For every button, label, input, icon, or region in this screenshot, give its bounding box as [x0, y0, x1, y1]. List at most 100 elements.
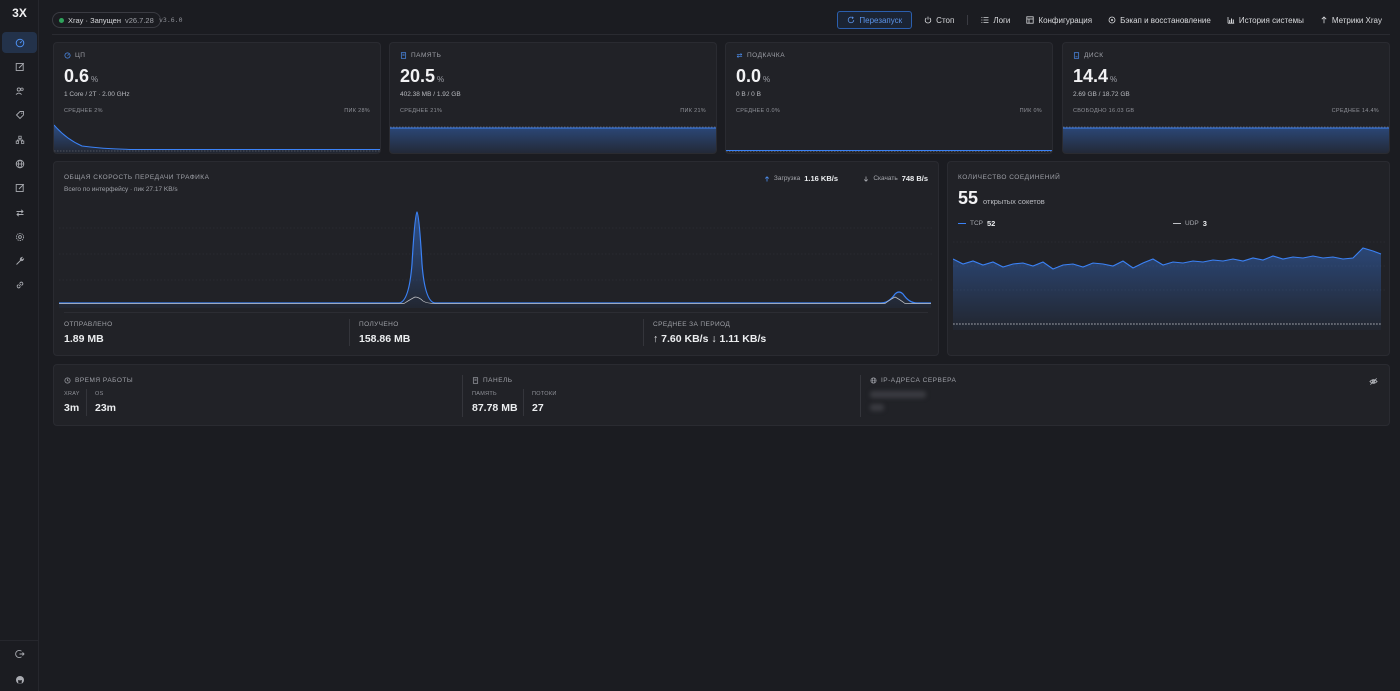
toggle-ip-visibility-button[interactable] [1367, 375, 1379, 387]
traffic-chart [59, 211, 933, 308]
disk-sparkline-area [1063, 128, 1389, 153]
github-icon [15, 675, 24, 684]
swap-value: 0.0% [736, 66, 770, 87]
memory-value: 20.5% [400, 66, 444, 87]
section-divider [462, 375, 463, 417]
sidebar-item-swap[interactable] [2, 202, 37, 223]
sidebar-item-tags[interactable] [2, 105, 37, 126]
download-arrow-icon [864, 176, 869, 182]
wrench-icon [15, 256, 24, 265]
cpu-label: ЦП [64, 52, 85, 59]
upload-label: Загрузка [773, 175, 801, 182]
download-value: 748 B/s [901, 174, 928, 183]
disk-sparkline [1063, 126, 1389, 153]
tcp-swatch [958, 222, 966, 225]
history-button[interactable]: История системы [1219, 11, 1312, 29]
panel-memory-label: ПАМЯТЬ [472, 391, 497, 397]
config-button[interactable]: Конфигурация [1018, 11, 1100, 29]
xray-uptime-label: XRAY [64, 391, 80, 397]
connections-tcp-area [953, 248, 1381, 330]
sidebar-item-clients[interactable] [2, 81, 37, 102]
swap-icon [736, 53, 743, 58]
xray-status-badge[interactable]: Xray · Запущен v26.7.28 [52, 12, 161, 28]
connections-count-row: 55 открытых сокетов [958, 188, 1045, 209]
connections-count-label: открытых сокетов [983, 197, 1045, 206]
swap-label: ПОДКАЧКА [736, 52, 785, 59]
cpu-peak: ПИК 28% [344, 108, 370, 114]
traffic-stats-divider [64, 312, 928, 313]
received-value: 158.86 MB [359, 333, 411, 345]
sidebar-item-inbounds[interactable] [2, 56, 37, 77]
github-link[interactable] [2, 669, 37, 690]
memory-label-text: ПАМЯТЬ [411, 52, 442, 59]
sidebar-item-edit[interactable] [2, 178, 37, 199]
traffic-download-legend: Скачать 748 B/s [863, 174, 928, 183]
server-ip-label: IP-АДРЕСА СЕРВЕРА [870, 377, 956, 384]
stop-button[interactable]: Стоп [916, 11, 962, 29]
memory-average: СРЕДНЕЕ 21% [400, 108, 443, 114]
logs-label: Логи [993, 15, 1011, 25]
udp-label: UDP [1185, 220, 1199, 227]
sent-label: ОТПРАВЛЕНО [64, 321, 113, 328]
sidebar-divider [0, 640, 39, 641]
edit-icon [15, 184, 24, 193]
cpu-value-unit: % [91, 75, 99, 84]
disk-free: СВОБОДНО 16.03 GB [1073, 108, 1135, 114]
panel-memory-value: 87.78 MB [472, 402, 518, 414]
history-label: История системы [1238, 15, 1304, 25]
uptime-label: ВРЕМЯ РАБОТЫ [64, 377, 133, 384]
config-label: Конфигурация [1038, 15, 1093, 25]
disk-value: 14.4% [1073, 66, 1117, 87]
cpu-detail: 1 Core / 2T · 2.00 GHz [64, 91, 130, 98]
sidebar-item-settings[interactable] [2, 226, 37, 247]
download-label: Скачать [873, 175, 898, 182]
sidebar-item-dashboard[interactable] [2, 32, 37, 53]
power-icon [924, 16, 932, 24]
connections-count: 55 [958, 188, 979, 208]
memory-sparkline-area [390, 128, 716, 153]
traffic-title: ОБЩАЯ СКОРОСТЬ ПЕРЕДАЧИ ТРАФИКА [64, 174, 210, 181]
restart-button[interactable]: Перезапуск [837, 11, 913, 29]
list-icon [981, 17, 989, 23]
udp-swatch [1173, 222, 1181, 225]
metrics-button[interactable]: Метрики Xray [1312, 11, 1390, 29]
swap-card: ПОДКАЧКА 0.0% 0 B / 0 B СРЕДНЕЕ 0.0% ПИК… [725, 42, 1053, 154]
globe-icon [870, 377, 877, 384]
average-label: СРЕДНЕЕ ЗА ПЕРИОД [653, 321, 731, 328]
cpu-sparkline-area [54, 125, 380, 153]
sidebar-item-links[interactable] [2, 275, 37, 296]
system-info-card: ВРЕМЯ РАБОТЫ XRAY 3m OS 23m ПАНЕЛЬ ПАМЯТ… [53, 364, 1390, 426]
sidebar-nav [2, 32, 37, 299]
threads-value: 27 [532, 402, 544, 414]
xray-uptime-value: 3m [64, 402, 80, 414]
backup-icon [1108, 16, 1116, 24]
sidebar-item-routing[interactable] [2, 129, 37, 150]
backup-button[interactable]: Бэкап и восстановление [1100, 11, 1219, 29]
memory-card: ПАМЯТЬ 20.5% 402.38 MB / 1.92 GB СРЕДНЕЕ… [389, 42, 717, 154]
logs-button[interactable]: Логи [973, 11, 1018, 29]
uptime-divider [86, 389, 87, 416]
disk-label-text: ДИСК [1084, 52, 1104, 59]
sidebar-item-globe[interactable] [2, 153, 37, 174]
backup-label: Бэкап и восстановление [1120, 15, 1211, 25]
actions-divider [967, 15, 969, 25]
cpu-label-text: ЦП [75, 52, 86, 59]
uptime-label-text: ВРЕМЯ РАБОТЫ [75, 377, 134, 384]
eye-off-icon [1368, 377, 1378, 385]
swap-label-text: ПОДКАЧКА [747, 52, 786, 59]
tcp-value: 52 [987, 219, 996, 228]
logout-button[interactable] [2, 643, 37, 664]
disk-value-unit: % [1110, 75, 1118, 84]
memory-peak: ПИК 21% [680, 108, 706, 114]
memory-label: ПАМЯТЬ [400, 52, 441, 59]
cpu-icon [64, 52, 71, 59]
disk-value-number: 14.4 [1073, 66, 1109, 86]
connections-chart [953, 241, 1385, 330]
average-value: ↑ 7.60 KB/s ↓ 1.11 KB/s [653, 333, 767, 345]
sidebar-item-tools[interactable] [2, 251, 37, 272]
status-dot [59, 17, 64, 23]
config-icon [1026, 16, 1035, 24]
top-bar: Xray · Запущен v26.7.28 v3.6.0 Перезапус… [52, 10, 1390, 35]
os-uptime-value: 23m [95, 402, 117, 414]
clock-icon [64, 377, 71, 384]
